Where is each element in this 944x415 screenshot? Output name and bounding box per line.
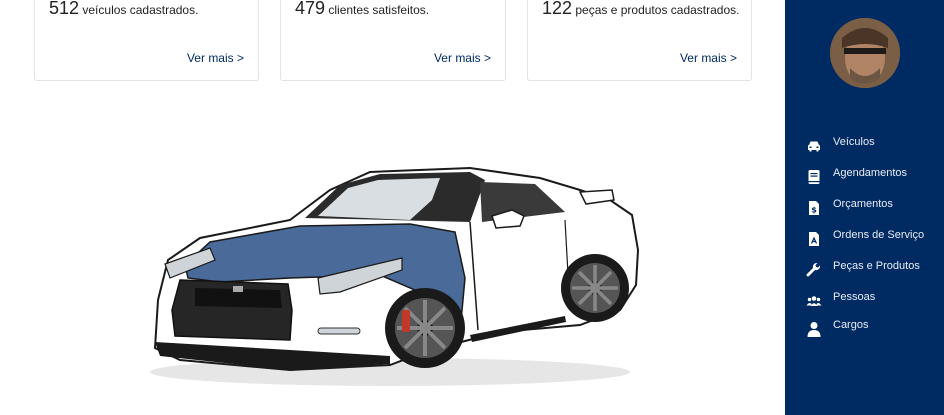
sidebar-item-pessoas[interactable]: Pessoas [785,291,944,315]
wrench-icon [806,262,822,278]
stat-line: 122 peças e produtos cadastrados. [542,0,739,19]
see-more-link[interactable]: Ver mais > [680,51,737,65]
stat-count: 512 [49,0,80,18]
stat-line: 479 clientes satisfeitos. [295,0,429,19]
sidebar: Veículos Agendamentos $ Orçamentos Orden… [785,0,944,415]
stat-card-parts: 122 peças e produtos cadastrados. Ver ma… [527,0,752,81]
car-illustration [150,166,640,386]
stat-count: 479 [295,0,326,18]
sidebar-item-orcamentos[interactable]: $ Orçamentos [785,198,944,222]
pdf-file-icon [806,231,822,247]
stat-card-vehicles: 512 veículos cadastrados. Ver mais > [34,0,259,81]
stat-line: 512 veículos cadastrados. [49,0,198,19]
see-more-link[interactable]: Ver mais > [187,51,244,65]
avatar[interactable] [830,18,900,88]
sidebar-item-cargos[interactable]: Cargos [785,319,944,343]
sidebar-item-agendamentos[interactable]: Agendamentos [785,167,944,191]
sidebar-item-ordens-servico[interactable]: Ordens de Serviço [785,229,944,253]
sidebar-item-pecas-produtos[interactable]: Peças e Produtos [785,260,944,284]
svg-text:$: $ [811,206,817,215]
sidebar-item-label: Ordens de Serviço [833,229,925,241]
stat-text: veículos cadastrados. [79,3,199,17]
stat-count: 122 [542,0,573,18]
sidebar-item-label: Orçamentos [833,198,893,210]
invoice-dollar-icon: $ [806,200,822,216]
users-icon [806,293,822,309]
stat-card-clients: 479 clientes satisfeitos. Ver mais > [280,0,506,81]
see-more-link[interactable]: Ver mais > [434,51,491,65]
sidebar-item-label: Peças e Produtos [833,260,920,272]
sidebar-item-label: Agendamentos [833,167,907,179]
user-icon [806,321,822,337]
book-icon [806,169,822,185]
main-content: 512 veículos cadastrados. Ver mais > 479… [0,0,785,415]
sidebar-item-veiculos[interactable]: Veículos [785,136,944,160]
car-icon [806,138,822,154]
sidebar-item-label: Veículos [833,136,875,148]
stat-text: peças e produtos cadastrados. [572,3,740,17]
sidebar-item-label: Pessoas [833,291,876,303]
sidebar-item-label: Cargos [833,319,869,331]
stat-text: clientes satisfeitos. [325,3,430,17]
